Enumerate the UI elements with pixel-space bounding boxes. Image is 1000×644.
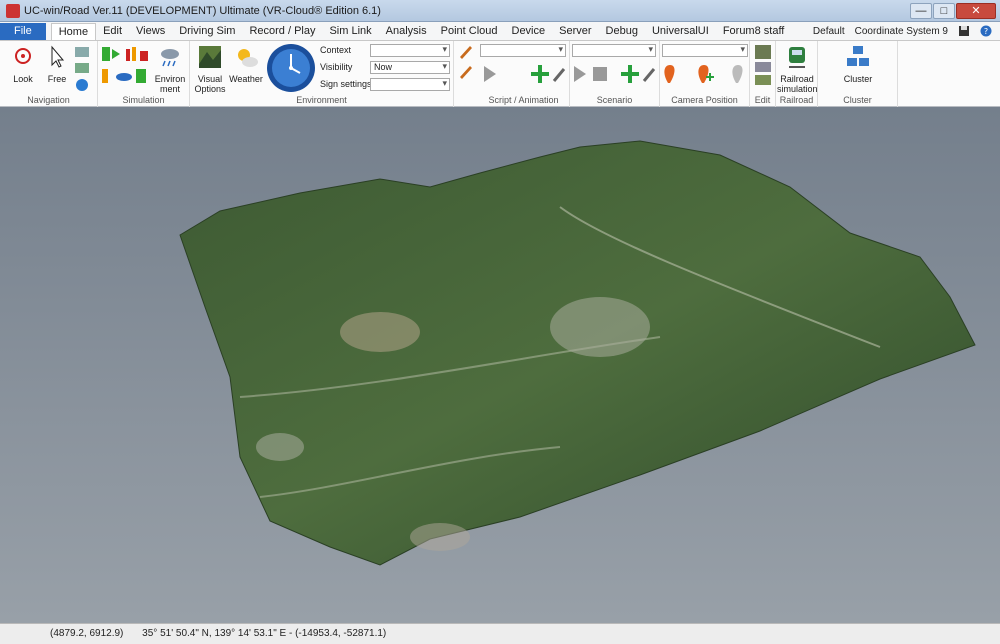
environment-label: Environ ment	[154, 74, 186, 94]
coordinate-system-label[interactable]: Coordinate System 9	[855, 26, 948, 37]
tab-file[interactable]: File	[0, 23, 46, 40]
visual-options-icon	[199, 46, 221, 68]
tab-point-cloud[interactable]: Point Cloud	[434, 23, 505, 40]
railroad-simulation-label: Railroad simulation	[777, 74, 818, 94]
train-icon	[789, 47, 805, 68]
minimize-button[interactable]: —	[910, 2, 932, 19]
3d-viewport[interactable]	[0, 107, 1000, 623]
tab-home[interactable]: Home	[50, 23, 97, 40]
profile-label[interactable]: Default	[813, 26, 845, 37]
close-button[interactable]: ✕	[956, 2, 996, 19]
svg-text:?: ?	[984, 27, 988, 36]
save-icon[interactable]	[958, 25, 970, 37]
simulation-icons[interactable]	[100, 45, 150, 93]
tab-record-play[interactable]: Record / Play	[242, 23, 322, 40]
edit-group-label: Edit	[754, 95, 771, 105]
look-button[interactable]: Look	[6, 44, 40, 84]
weather-label: Weather	[229, 74, 263, 84]
group-simulation: Environ ment Simulation	[98, 41, 190, 107]
terrain-model	[179, 140, 976, 566]
sign-settings-label: Sign settings	[320, 79, 372, 89]
visual-options-label: Visual Options	[194, 74, 226, 94]
title-bar: UC-win/Road Ver.11 (DEVELOPMENT) Ultimat…	[0, 0, 1000, 22]
tab-sim-link[interactable]: Sim Link	[322, 23, 378, 40]
window-title: UC-win/Road Ver.11 (DEVELOPMENT) Ultimat…	[24, 4, 381, 17]
context-label: Context	[320, 45, 352, 55]
cluster-button[interactable]: Cluster	[838, 44, 878, 84]
clock-icon[interactable]	[266, 43, 316, 93]
status-bar: (4879.2, 6912.9) 35° 51' 50.4" N, 139° 1…	[0, 623, 1000, 644]
tab-device[interactable]: Device	[505, 23, 553, 40]
navigation-group-label: Navigation	[27, 95, 70, 105]
simulation-group-label: Simulation	[122, 95, 165, 105]
camera-position-group-label: Camera Position	[671, 95, 738, 105]
geo-coordinates: 35° 51' 50.4" N, 139° 14' 53.1" E - (-14…	[142, 628, 387, 639]
tab-debug[interactable]: Debug	[599, 23, 645, 40]
group-scenario: Scenario	[570, 41, 660, 107]
group-environment: Visual Options Weather Context Visibilit…	[190, 41, 454, 107]
environment-group-label: Environment	[296, 95, 347, 105]
ribbon-panel: Look Free Navigation Environ ment Simula…	[0, 40, 1000, 107]
group-cluster: Cluster Cluster	[818, 41, 898, 107]
look-label: Look	[13, 74, 33, 84]
navigation-small-icons[interactable]	[74, 45, 90, 93]
camera-position-select[interactable]	[662, 44, 748, 57]
app-logo-icon	[6, 3, 20, 18]
tab-forum8-staff[interactable]: Forum8 staff	[716, 23, 792, 40]
scenario-controls[interactable]	[572, 63, 658, 85]
visual-options-button[interactable]: Visual Options	[192, 44, 228, 94]
edit-tool-icons[interactable]	[754, 44, 772, 88]
look-icon	[15, 48, 31, 64]
environment-button[interactable]: Environ ment	[152, 44, 188, 94]
script-controls[interactable]	[482, 63, 566, 85]
free-label: Free	[47, 74, 67, 84]
cursor-icon	[51, 45, 65, 68]
tab-universalui[interactable]: UniversalUI	[645, 23, 716, 40]
sign-settings-select[interactable]	[370, 78, 450, 91]
cluster-group-label: Cluster	[843, 95, 872, 105]
script-select[interactable]	[480, 44, 566, 57]
weather-sun-icon	[238, 49, 258, 67]
edit-pencil-icon[interactable]	[458, 43, 474, 79]
free-button[interactable]: Free	[42, 44, 72, 84]
tab-edit[interactable]: Edit	[96, 23, 129, 40]
group-camera-position: Camera Position	[660, 41, 750, 107]
ribbon-tabs: File Home Edit Views Driving Sim Record …	[0, 22, 1000, 40]
tab-driving-sim[interactable]: Driving Sim	[172, 23, 242, 40]
group-navigation: Look Free Navigation	[0, 41, 98, 107]
tab-server[interactable]: Server	[552, 23, 598, 40]
weather-button[interactable]: Weather	[228, 44, 264, 84]
railroad-simulation-button[interactable]: Railroad simulation	[777, 44, 818, 94]
group-edit: Edit	[750, 41, 776, 107]
maximize-button[interactable]: □	[933, 2, 955, 19]
railroad-group-label: Railroad	[779, 95, 814, 105]
cluster-label: Cluster	[843, 74, 873, 84]
tab-analysis[interactable]: Analysis	[379, 23, 434, 40]
camera-position-controls[interactable]	[662, 63, 748, 85]
group-railroad: Railroad simulation Railroad	[776, 41, 818, 107]
screen-coordinates: (4879.2, 6912.9)	[50, 628, 124, 639]
scenario-select[interactable]	[572, 44, 656, 57]
context-select[interactable]	[370, 44, 450, 57]
rain-cloud-icon	[161, 49, 179, 67]
tab-views[interactable]: Views	[129, 23, 172, 40]
ribbon-right-area: Default Coordinate System 9 ?	[813, 25, 992, 37]
cluster-icon	[847, 46, 869, 66]
visibility-label: Visibility	[320, 62, 353, 72]
help-icon[interactable]: ?	[980, 25, 992, 37]
group-script-animation: Script / Animation	[478, 41, 570, 107]
visibility-select[interactable]: Now	[370, 61, 450, 74]
script-animation-group-label: Script / Animation	[488, 95, 559, 105]
scenario-group-label: Scenario	[596, 95, 633, 105]
